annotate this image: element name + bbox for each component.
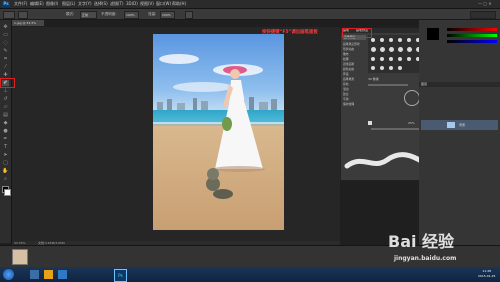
brush-size-picker[interactable] bbox=[18, 11, 28, 19]
menu-layer[interactable]: 图层(L) bbox=[62, 1, 75, 7]
menu-image[interactable]: 图像(I) bbox=[46, 1, 58, 7]
brush-size-value: 30 像素 bbox=[368, 77, 379, 81]
taskbar-folder-icon[interactable] bbox=[44, 270, 53, 279]
color-sliders[interactable] bbox=[447, 26, 497, 46]
quick-select-tool-icon[interactable]: ✎ bbox=[2, 48, 9, 54]
brush-option-build-up[interactable]: 建立 bbox=[343, 92, 365, 96]
menu-file[interactable]: 文件(F) bbox=[14, 1, 27, 7]
layer-row-background[interactable]: 背景 bbox=[421, 120, 498, 130]
shape-tool-icon[interactable]: ▢ bbox=[2, 160, 9, 166]
clock-date: 2015-01-25 bbox=[478, 274, 496, 278]
spacing-value[interactable]: 25% bbox=[408, 120, 415, 126]
brush-option-wet-edges[interactable]: 湿边 bbox=[343, 87, 365, 91]
tools-panel: ✥ ▭ ◌ ✎ ⌗ ⁄ ✚ ✐ ⊥ ↺ ▱ ▤ ◆ ● ✒ T ➤ ▢ ✋ ⌕ bbox=[0, 20, 12, 243]
brush-option-shape-dynamics[interactable]: 形状动态 bbox=[343, 47, 365, 51]
taskbar-app-icon[interactable] bbox=[30, 270, 39, 279]
menu-window[interactable]: 窗口(W) bbox=[156, 1, 171, 7]
brush-option-dual-brush[interactable]: 双重画笔 bbox=[343, 62, 365, 66]
brush-size-slider[interactable] bbox=[368, 84, 408, 86]
windows-start-icon[interactable] bbox=[3, 269, 14, 280]
taskbar-browser-icon[interactable] bbox=[58, 270, 67, 279]
type-tool-icon[interactable]: T bbox=[2, 144, 9, 150]
opacity-input[interactable]: 100% bbox=[124, 11, 139, 19]
bride-figure bbox=[206, 66, 265, 199]
brush-angle-dial[interactable] bbox=[404, 90, 420, 106]
crop-tool-icon[interactable]: ⌗ bbox=[2, 56, 9, 62]
windows-taskbar: Ps 11:28 2015-01-25 bbox=[0, 267, 500, 282]
options-bar: 模式: 正常 不透明度: 100% 流量: 100% bbox=[0, 9, 500, 20]
brush-size-readout: 30 像素 bbox=[368, 76, 426, 82]
brush-option-tip-shape[interactable]: 画笔笔尖形状 bbox=[343, 42, 365, 46]
brush-option-texture[interactable]: 纹理 bbox=[343, 57, 365, 61]
opacity-label: 不透明度: bbox=[101, 12, 117, 16]
flow-label: 流量: bbox=[148, 12, 157, 16]
stamp-tool-icon[interactable]: ⊥ bbox=[2, 88, 9, 94]
background-color-swatch[interactable] bbox=[4, 189, 11, 196]
lasso-tool-icon[interactable]: ◌ bbox=[2, 40, 9, 46]
gradient-tool-icon[interactable]: ▤ bbox=[2, 112, 9, 118]
menu-filter[interactable]: 滤镜(T) bbox=[110, 1, 124, 7]
tutorial-annotation: 按快捷键“F5”调出画笔面板 bbox=[262, 30, 318, 35]
tool-highlight-box bbox=[0, 78, 15, 88]
menu-help[interactable]: 帮助(H) bbox=[172, 1, 186, 7]
annotation-highlight-box bbox=[342, 28, 372, 38]
menu-bar: Ps 文件(F) 编辑(E) 图像(I) 图层(L) 文字(Y) 选择(S) 滤… bbox=[0, 0, 500, 9]
brush-panel: 画笔 画笔预设 画笔预设 画笔笔尖形状 形状动态 散布 纹理 双重画笔 颜色动态… bbox=[340, 27, 430, 181]
baidu-jingyan-watermark-logo: Bai 经验 bbox=[388, 232, 455, 251]
history-brush-tool-icon[interactable]: ↺ bbox=[2, 96, 9, 102]
brush-tool-preset-picker[interactable] bbox=[3, 11, 15, 19]
eraser-tool-icon[interactable]: ▱ bbox=[2, 104, 9, 110]
brush-tip-grid[interactable] bbox=[368, 35, 426, 73]
brush-option-transfer[interactable]: 传递 bbox=[343, 72, 365, 76]
window-controls[interactable]: — ▢ ✕ bbox=[478, 1, 498, 7]
blur-tool-icon[interactable]: ◆ bbox=[2, 120, 9, 126]
layer-thumbnail bbox=[447, 122, 455, 128]
eyedropper-tool-icon[interactable]: ⁄ bbox=[2, 64, 9, 70]
path-select-tool-icon[interactable]: ➤ bbox=[2, 152, 9, 158]
workspace-switcher[interactable] bbox=[470, 11, 496, 19]
spacing-checkbox[interactable] bbox=[368, 121, 372, 125]
brush-option-scattering[interactable]: 散布 bbox=[343, 52, 365, 56]
menu-edit[interactable]: 编辑(E) bbox=[30, 1, 44, 7]
spacing-slider[interactable] bbox=[371, 128, 423, 130]
flow-input[interactable]: 100% bbox=[160, 11, 175, 19]
menu-3d[interactable]: 3D(D) bbox=[126, 1, 138, 7]
tab-layers[interactable]: 图层 bbox=[421, 82, 427, 86]
clock: 11:28 2015-01-25 bbox=[478, 269, 495, 279]
photoshop-logo-icon: Ps bbox=[2, 1, 10, 7]
brush-option-pose[interactable]: 画笔笔势 bbox=[343, 77, 365, 81]
brush-option-protect-texture[interactable]: 保护纹理 bbox=[343, 102, 365, 106]
dodge-tool-icon[interactable]: ● bbox=[2, 128, 9, 134]
document-image bbox=[153, 34, 284, 230]
marquee-tool-icon[interactable]: ▭ bbox=[2, 32, 9, 38]
baidu-jingyan-watermark-url: jingyan.baidu.com bbox=[394, 255, 457, 262]
document-tab[interactable]: 1.jpg @ 33.3%(RGB/8) bbox=[12, 20, 44, 31]
brush-option-noise[interactable]: 杂色 bbox=[343, 82, 365, 86]
layers-panel-header: 图层 bbox=[419, 82, 500, 87]
brush-stroke-preview bbox=[344, 152, 426, 169]
mode-select[interactable]: 正常 bbox=[80, 11, 97, 19]
hand-tool-icon[interactable]: ✋ bbox=[2, 168, 9, 174]
zoom-tool-icon[interactable]: ⌕ bbox=[2, 176, 9, 182]
menu-type[interactable]: 文字(Y) bbox=[78, 1, 92, 7]
taskbar-photoshop-icon[interactable]: Ps bbox=[114, 269, 127, 282]
spacing-row: 25% bbox=[368, 120, 426, 126]
mode-label: 模式: bbox=[66, 12, 75, 16]
timeline-frame-thumbnail[interactable] bbox=[12, 249, 28, 265]
layer-name[interactable]: 背景 bbox=[459, 122, 465, 128]
menu-view[interactable]: 视图(V) bbox=[140, 1, 154, 7]
brush-option-smoothing[interactable]: 平滑 bbox=[343, 97, 365, 101]
pen-tool-icon[interactable]: ✒ bbox=[2, 136, 9, 142]
brush-option-color-dynamics[interactable]: 颜色动态 bbox=[343, 67, 365, 71]
airbrush-toggle[interactable] bbox=[185, 11, 193, 19]
color-foreground-preview[interactable] bbox=[427, 28, 439, 40]
menu-select[interactable]: 选择(S) bbox=[94, 1, 108, 7]
move-tool-icon[interactable]: ✥ bbox=[2, 24, 9, 30]
